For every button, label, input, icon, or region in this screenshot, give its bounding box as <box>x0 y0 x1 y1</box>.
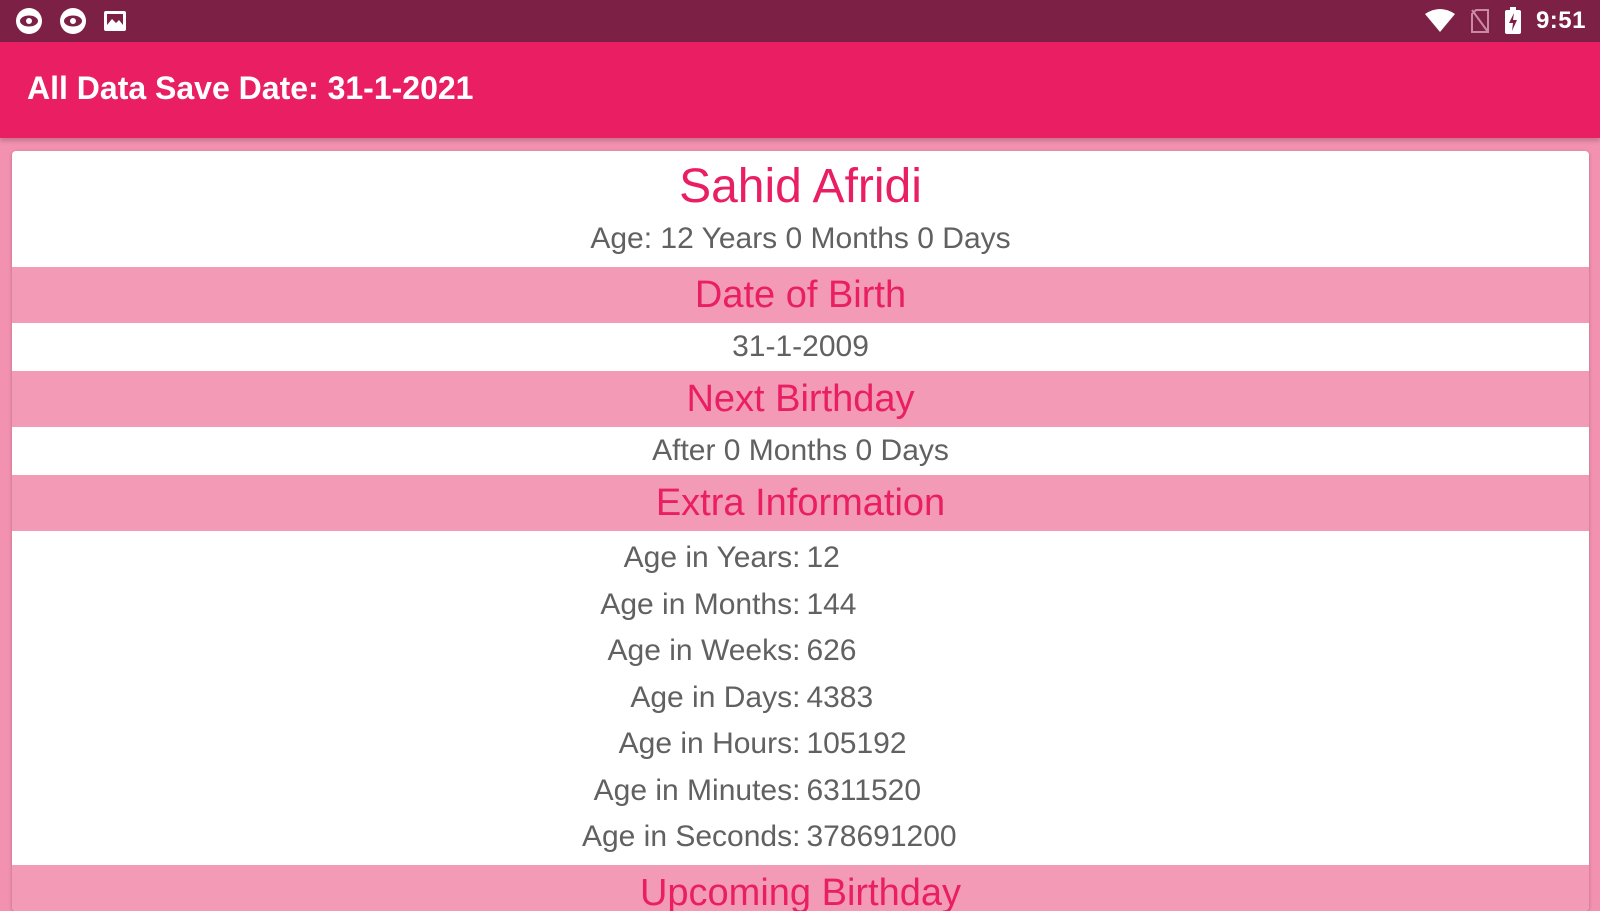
extra-info-label: Age in Minutes: <box>12 768 800 815</box>
extra-info-label: Age in Days: <box>12 675 800 722</box>
extra-info-row: Age in Weeks: 626 <box>12 628 1589 675</box>
wifi-icon <box>1424 8 1456 34</box>
extra-info-value: 4383 <box>800 675 1589 722</box>
extra-info-row: Age in Seconds: 378691200 <box>12 814 1589 861</box>
extra-info-label: Age in Hours: <box>12 721 800 768</box>
extra-info-row: Age in Months: 144 <box>12 582 1589 629</box>
status-bar: 9:51 <box>0 0 1600 42</box>
extra-info-value: 6311520 <box>800 768 1589 815</box>
battery-charging-icon <box>1504 7 1522 35</box>
next-birthday-section-header: Next Birthday <box>12 371 1589 427</box>
extra-info-row: Age in Hours: 105192 <box>12 721 1589 768</box>
extra-info-row: Age in Days: 4383 <box>12 675 1589 722</box>
extra-info-row: Age in Years: 12 <box>12 535 1589 582</box>
extra-info-row: Age in Minutes: 6311520 <box>12 768 1589 815</box>
notification-icons <box>14 6 128 36</box>
age-summary: Age: 12 Years 0 Months 0 Days <box>12 217 1589 261</box>
dob-value: 31-1-2009 <box>12 323 1589 371</box>
extra-info-label: Age in Weeks: <box>12 628 800 675</box>
extra-info-value: 144 <box>800 582 1589 629</box>
person-name: Sahid Afridi <box>12 157 1589 217</box>
no-sim-icon <box>1470 8 1490 34</box>
eye-notification-icon <box>14 6 44 36</box>
system-icons: 9:51 <box>1424 7 1586 35</box>
app-bar-title: All Data Save Date: 31-1-2021 <box>27 70 473 107</box>
next-birthday-value: After 0 Months 0 Days <box>12 427 1589 475</box>
upcoming-birthday-section-header: Upcoming Birthday <box>12 865 1589 911</box>
extra-info-label: Age in Seconds: <box>12 814 800 861</box>
extra-information-list: Age in Years: 12 Age in Months: 144 Age … <box>12 531 1589 861</box>
extra-info-value: 378691200 <box>800 814 1589 861</box>
profile-card: Sahid Afridi Age: 12 Years 0 Months 0 Da… <box>12 151 1589 911</box>
image-notification-icon <box>102 9 128 33</box>
extra-info-value: 105192 <box>800 721 1589 768</box>
extra-information-section-header: Extra Information <box>12 475 1589 531</box>
profile-header: Sahid Afridi Age: 12 Years 0 Months 0 Da… <box>12 151 1589 267</box>
extra-info-label: Age in Months: <box>12 582 800 629</box>
extra-info-label: Age in Years: <box>12 535 800 582</box>
app-bar: All Data Save Date: 31-1-2021 <box>0 42 1600 138</box>
dob-section-header: Date of Birth <box>12 267 1589 323</box>
status-clock: 9:51 <box>1536 7 1586 35</box>
extra-info-value: 626 <box>800 628 1589 675</box>
extra-info-value: 12 <box>800 535 1589 582</box>
eye-notification-icon <box>58 6 88 36</box>
